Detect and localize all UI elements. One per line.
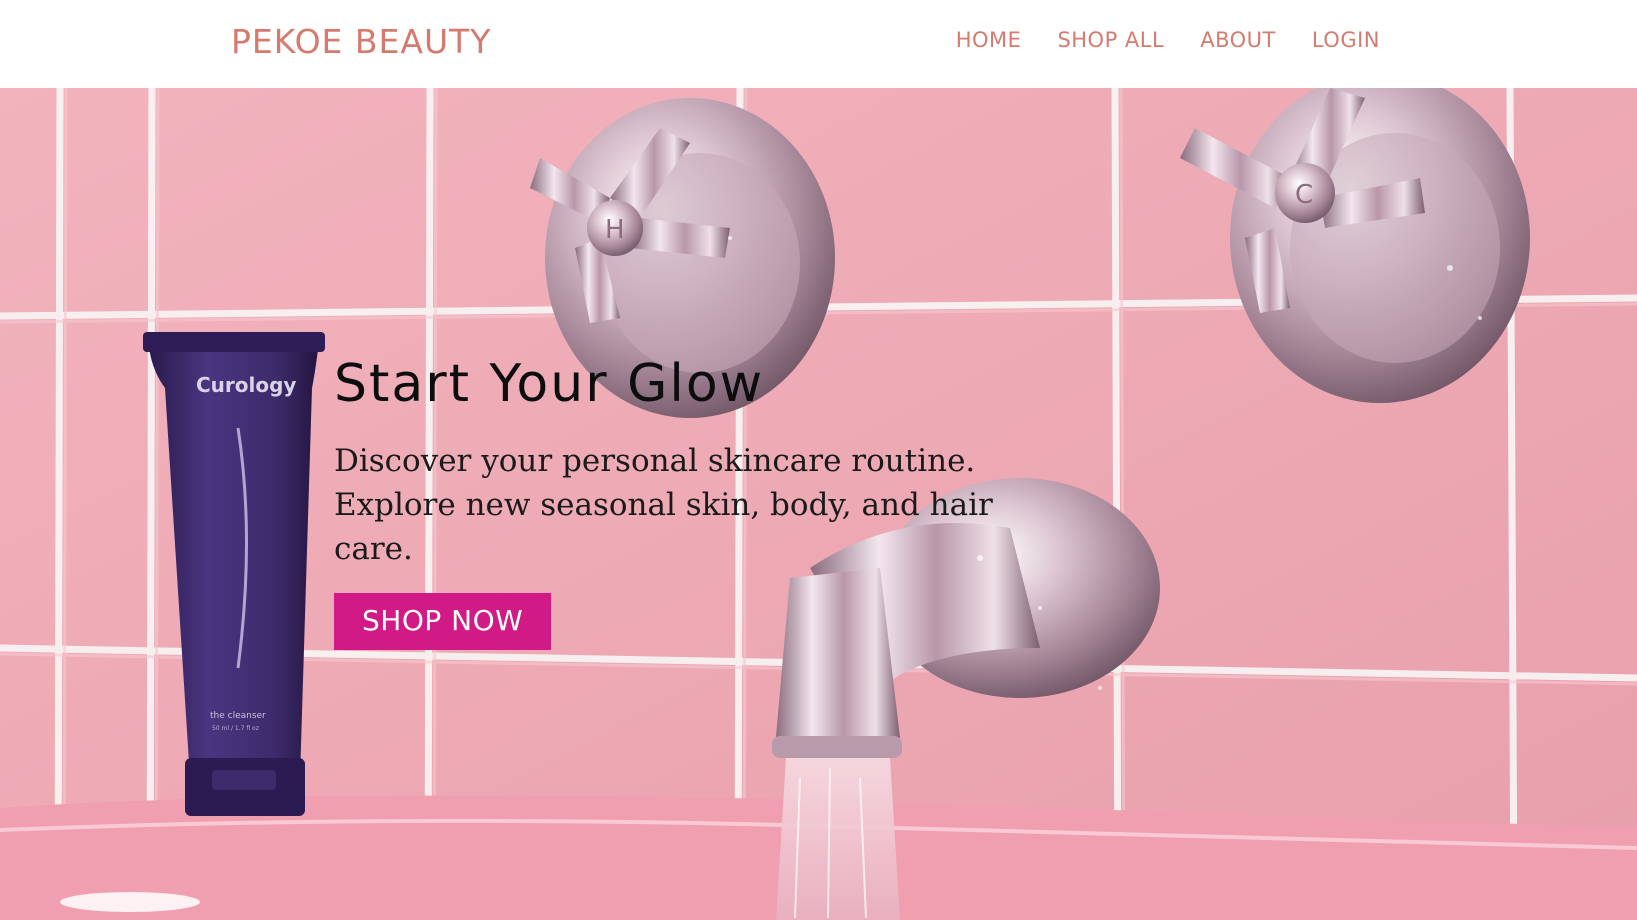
shop-now-button[interactable]: SHOP NOW — [334, 593, 552, 651]
hero-subtitle: Discover your personal skincare routine.… — [334, 443, 993, 568]
product-size-label: 50 ml / 1.7 fl oz — [212, 725, 259, 732]
nav-menu: HOME SHOP ALL ABOUT LOGIN — [956, 28, 1380, 52]
product-name-label: the cleanser — [210, 711, 266, 721]
nav-about-link[interactable]: ABOUT — [1200, 28, 1276, 52]
svg-text:H: H — [605, 215, 625, 245]
hero-content: Start Your Glow Discover your personal s… — [334, 354, 1094, 651]
top-navbar: PEKOE BEAUTY HOME SHOP ALL ABOUT LOGIN — [0, 0, 1637, 88]
brand-logo[interactable]: PEKOE BEAUTY — [231, 22, 491, 61]
hero-banner: H C Curology the cleanser 50 ml / 1.7 fl… — [0, 88, 1637, 920]
nav-login-link[interactable]: LOGIN — [1312, 28, 1380, 52]
product-brand-label: Curology — [196, 373, 296, 397]
nav-home-link[interactable]: HOME — [956, 28, 1022, 52]
hero-title: Start Your Glow — [334, 354, 765, 414]
svg-text:C: C — [1295, 180, 1313, 210]
nav-shop-all-link[interactable]: SHOP ALL — [1057, 28, 1164, 52]
